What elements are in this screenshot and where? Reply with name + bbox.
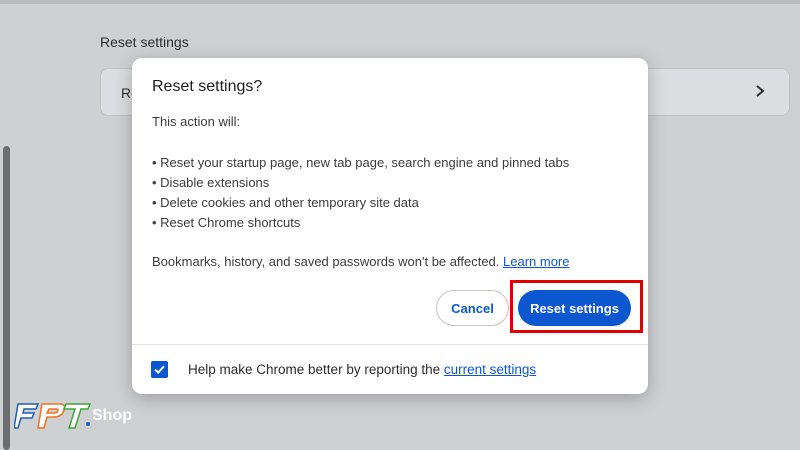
- list-item: • Delete cookies and other temporary sit…: [152, 195, 419, 210]
- cancel-button[interactable]: Cancel: [436, 290, 509, 326]
- list-item: • Reset Chrome shortcuts: [152, 215, 301, 230]
- logo-shop-text: Shop: [92, 407, 132, 424]
- reset-settings-dialog: Reset settings? This action will: • Rese…: [132, 58, 648, 394]
- scrollbar[interactable]: [0, 0, 16, 450]
- learn-more-link[interactable]: Learn more: [503, 254, 569, 269]
- dialog-action-list: • Reset your startup page, new tab page,…: [152, 153, 569, 233]
- list-item: • Reset your startup page, new tab page,…: [152, 155, 570, 170]
- current-settings-link[interactable]: current settings: [444, 362, 536, 377]
- dialog-note: Bookmarks, history, and saved passwords …: [152, 254, 570, 269]
- scrollbar-thumb[interactable]: [3, 146, 10, 450]
- dialog-note-text: Bookmarks, history, and saved passwords …: [152, 254, 504, 269]
- checkmark-icon: [154, 365, 165, 375]
- report-settings-checkbox[interactable]: [151, 361, 168, 378]
- section-heading: Reset settings: [100, 34, 189, 50]
- checkbox-label-text: Help make Chrome better by reporting the: [188, 362, 444, 377]
- top-bar: [0, 0, 800, 4]
- fpt-logo-mark: [14, 403, 92, 429]
- checkbox-label: Help make Chrome better by reporting the…: [188, 362, 536, 377]
- dialog-title: Reset settings?: [152, 78, 263, 95]
- dialog-divider: [132, 344, 648, 345]
- dialog-intro: This action will:: [152, 114, 241, 129]
- chevron-right-icon: [756, 85, 765, 97]
- reset-settings-button[interactable]: Reset settings: [518, 290, 631, 326]
- list-item: • Disable extensions: [152, 175, 270, 190]
